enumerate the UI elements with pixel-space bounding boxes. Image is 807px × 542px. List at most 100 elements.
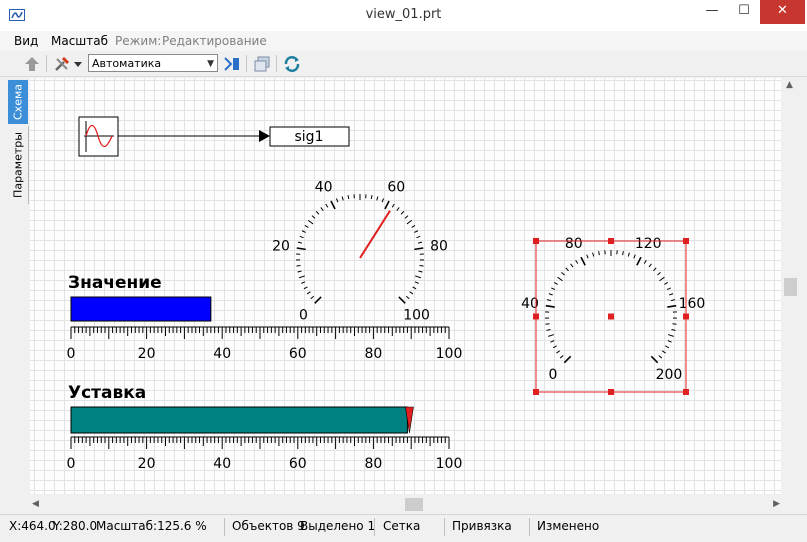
g2-tick [581, 257, 585, 265]
value-scale-label-100: 100 [436, 346, 463, 362]
scroll-left-icon[interactable]: ◀ [32, 499, 39, 509]
layers-icon[interactable] [252, 54, 272, 74]
g1-tick [371, 195, 372, 199]
menu-view[interactable]: Вид [14, 34, 38, 48]
setpoint-scale-label-100: 100 [436, 456, 463, 472]
value-title: Значение [68, 273, 162, 293]
status-zoom: Масштаб:125.6 % [96, 519, 207, 533]
tools-icon[interactable] [52, 54, 72, 74]
scroll-up-icon[interactable]: ▲ [786, 80, 793, 90]
tab-parameters-label: Параметры [12, 132, 25, 198]
status-snap[interactable]: Привязка [452, 519, 512, 533]
value-scale-label-80: 80 [364, 346, 382, 362]
g1-tick [326, 204, 328, 207]
toolbar-separator [46, 55, 47, 72]
center-handle [608, 314, 614, 320]
g1-tick [419, 271, 423, 272]
g2-tick [593, 253, 594, 257]
run-icon[interactable] [222, 54, 242, 74]
g2-tick [673, 324, 677, 325]
mode-select[interactable]: Автоматика ▼ [88, 54, 218, 72]
g1-tick [401, 211, 404, 214]
g2-tick [547, 330, 551, 331]
g2-tick [637, 257, 641, 265]
signal-generator-block[interactable] [79, 117, 118, 156]
g2-tick [665, 346, 669, 348]
status-grid[interactable]: Сетка [383, 519, 420, 533]
g2-tick [653, 268, 656, 271]
tab-schema-label: Схема [12, 84, 25, 120]
g2-tick [599, 251, 600, 255]
horizontal-scrollbar[interactable]: ◀ ▶ [30, 496, 782, 513]
g1-tick [416, 236, 420, 237]
g1-tick [302, 231, 306, 233]
g2-tick [658, 272, 661, 275]
g1-tick [382, 198, 383, 202]
gauge-1-label-60: 60 [387, 180, 405, 196]
maximize-button[interactable]: ☐ [729, 0, 759, 24]
setpoint-title: Уставка [68, 383, 146, 403]
g2-tick [571, 264, 573, 267]
gauge-1[interactable]: 0 20 40 60 80 100 [272, 180, 448, 324]
menu-scale[interactable]: Масштаб [51, 34, 108, 48]
g2-tick [558, 277, 563, 281]
vertical-scrollbar[interactable]: ▲ [782, 78, 799, 494]
status-separator [529, 518, 530, 536]
dropdown-arrow-icon[interactable] [72, 54, 84, 74]
value-scale-label-60: 60 [289, 346, 307, 362]
mode-label: Режим: [115, 34, 161, 48]
schema-scene: sig1 0 20 40 60 80 100 Значение 0 20 40 … [30, 78, 781, 494]
status-selected: Выделено 1 [300, 519, 375, 533]
gauge-1-label-20: 20 [272, 238, 290, 254]
gauge-2-label-0: 0 [549, 367, 558, 383]
g1-tick [297, 266, 301, 267]
g1-tick [305, 225, 308, 227]
signal-block[interactable]: sig1 [270, 127, 349, 146]
minimize-button[interactable]: — [697, 0, 727, 24]
gauge-2-label-80: 80 [565, 236, 583, 252]
g2-tick [649, 264, 651, 267]
g1-tick [311, 296, 314, 299]
g1-tick [298, 271, 302, 272]
status-objects: Объектов 9 [232, 519, 305, 533]
resize-handle [608, 389, 614, 395]
g2-tick [668, 335, 674, 337]
status-separator [444, 518, 445, 536]
vertical-scroll-thumb[interactable] [784, 278, 797, 296]
chevron-down-icon: ▼ [207, 55, 214, 73]
gauge-2[interactable]: 0 40 80 120 160 200 [521, 236, 705, 383]
arrow-up-icon[interactable] [22, 54, 42, 74]
mode-value: Редактирование [162, 34, 267, 48]
g1-tick [307, 292, 310, 294]
g1-tick [418, 242, 422, 243]
g1-tick [299, 276, 305, 278]
g2-tick [564, 356, 570, 362]
g2-tick [549, 294, 553, 295]
g1-tick [297, 248, 306, 249]
resize-handle [683, 389, 689, 395]
g2-tick [546, 306, 555, 307]
setpoint-scale-label-0: 0 [67, 456, 76, 472]
refresh-icon[interactable] [282, 54, 302, 74]
tab-parameters[interactable]: Параметры [8, 126, 29, 204]
g2-tick [550, 341, 554, 343]
schema-canvas[interactable]: sig1 0 20 40 60 80 100 Значение 0 20 40 … [30, 78, 781, 494]
title-bar: view_01.prt — ☐ ✕ [0, 0, 807, 32]
g1-tick [300, 236, 304, 237]
gauge-1-label-80: 80 [430, 238, 448, 254]
g2-tick [644, 260, 646, 263]
arrow-head-icon [259, 130, 270, 142]
gauge-1-label-0: 0 [299, 308, 308, 324]
g1-tick [321, 207, 323, 210]
setpoint-scale-label-40: 40 [213, 456, 231, 472]
scroll-right-icon[interactable]: ▶ [773, 499, 780, 509]
tab-schema[interactable]: Схема [8, 80, 28, 124]
side-tabs: Схема Параметры [8, 78, 28, 498]
horizontal-scroll-thumb[interactable] [405, 498, 423, 511]
status-y: Y:280.0 [53, 519, 97, 533]
g2-tick [660, 277, 665, 281]
g2-tick [547, 300, 551, 301]
g2-tick [551, 288, 555, 290]
close-button[interactable]: ✕ [760, 0, 805, 24]
value-scale-label-40: 40 [213, 346, 231, 362]
